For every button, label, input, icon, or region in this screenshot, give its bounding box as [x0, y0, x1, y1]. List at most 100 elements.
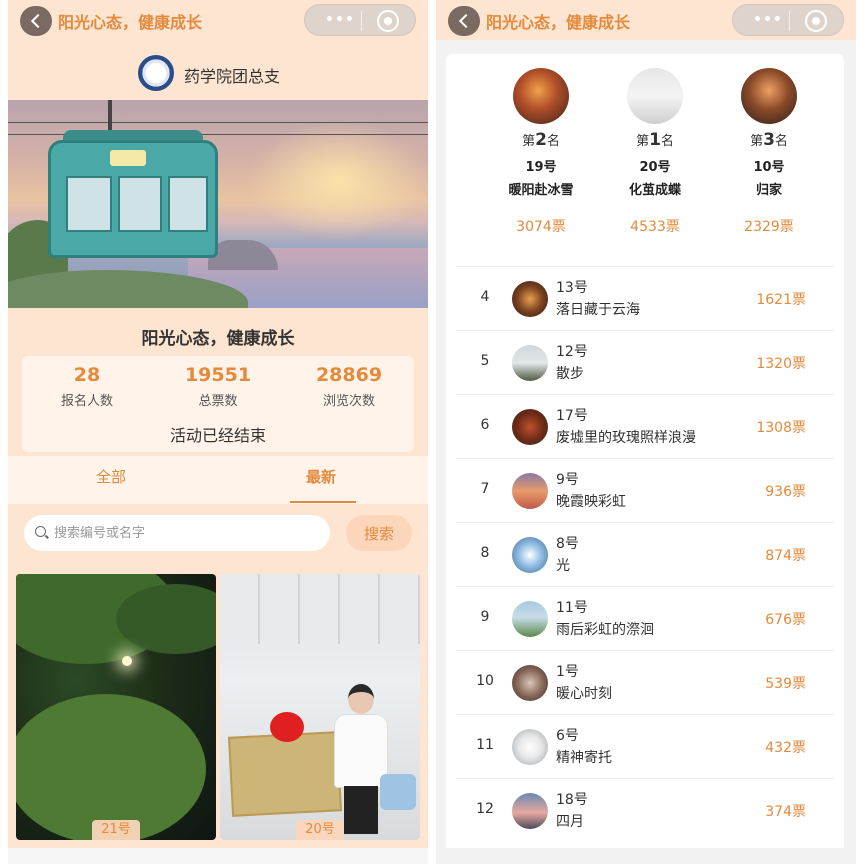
photo-lamp [122, 656, 132, 666]
entry-number: 21号 [92, 820, 140, 840]
podium-third[interactable]: 第3名 10号 归家 2329票 [714, 68, 824, 236]
avatar [512, 729, 548, 765]
avatar [512, 665, 548, 701]
banner-wire [8, 122, 428, 123]
banner-cliff [208, 240, 278, 270]
banner-tram-window [168, 176, 208, 232]
podium-number: 20号 [639, 160, 671, 175]
photo-ribbon [270, 712, 304, 742]
podium-first[interactable]: 第1名 20号 化茧成蝶 4533票 [600, 68, 710, 236]
activity-banner-image [8, 100, 428, 308]
entry-name: 光 [556, 558, 570, 574]
ranking-row[interactable]: 5 12号 散步 1320票 [456, 330, 834, 394]
rank-position: 5 [480, 353, 490, 369]
podium-name: 化茧成蝶 [628, 183, 681, 198]
ranking-row[interactable]: 4 13号 落日藏于云海 1621票 [456, 266, 834, 330]
ranking-row[interactable]: 9 11号 雨后彩虹的漈洄 676票 [456, 586, 834, 650]
ranking-row[interactable]: 8 8号 光 874票 [456, 522, 834, 586]
entry-number: 11号 [556, 600, 588, 616]
ranking-row[interactable]: 7 9号 晚霞映彩虹 936票 [456, 458, 834, 522]
rank-position: 7 [480, 481, 490, 497]
avatar [741, 68, 797, 124]
stat-label: 总票数 [198, 394, 238, 409]
entry-name: 暖心时刻 [556, 686, 612, 702]
capsule-divider [789, 11, 790, 31]
ranking-row[interactable]: 11 6号 精神寄托 432票 [456, 714, 834, 778]
person-head [348, 684, 374, 714]
entry-number: 1号 [556, 664, 579, 680]
close-target-icon[interactable] [377, 10, 399, 32]
avatar [513, 68, 569, 124]
entry-number: 12号 [556, 344, 588, 360]
ranking-row[interactable]: 12 18号 四月 374票 [456, 778, 834, 842]
activity-stats: 28 报名人数 19551 总票数 28869 浏览次数 活动已经结束 [22, 356, 414, 452]
entry-name: 落日藏于云海 [556, 302, 640, 318]
rank-position: 6 [480, 417, 490, 433]
back-icon[interactable] [20, 6, 52, 36]
entry-votes: 1308票 [756, 420, 806, 436]
podium-name: 暖阳赴冰雪 [508, 183, 574, 198]
entry-name: 晚霞映彩虹 [556, 494, 626, 510]
more-icon[interactable]: ••• [325, 12, 355, 28]
entry-votes: 874票 [765, 548, 806, 564]
stat-views: 28869 浏览次数 [284, 364, 414, 409]
photo-foliage [16, 694, 206, 840]
mini-program-capsule: ••• [732, 4, 844, 36]
entry-name: 精神寄托 [556, 750, 612, 766]
search-input[interactable] [24, 515, 330, 551]
podium-rank: 第3名 [750, 130, 788, 150]
podium-votes: 4533票 [630, 219, 680, 235]
entry-votes: 1320票 [756, 356, 806, 372]
entry-number: 13号 [556, 280, 588, 296]
stat-signups: 28 报名人数 [22, 364, 152, 409]
avatar [627, 68, 683, 124]
nav-bar: 阳光心态，健康成长 ••• [8, 0, 428, 40]
back-icon[interactable] [448, 6, 480, 36]
bottom-tabbar-peek [8, 848, 428, 864]
org-header: 药学院团总支 [8, 52, 428, 94]
banner-tram-window [66, 176, 112, 232]
person-legs [344, 786, 378, 834]
entry-name: 雨后彩虹的漈洄 [556, 622, 654, 638]
entry-number: 8号 [556, 536, 579, 552]
ranking-row[interactable]: 10 1号 暖心时刻 539票 [456, 650, 834, 714]
search-bar: 搜索 [8, 504, 428, 564]
org-name: 药学院团总支 [184, 67, 281, 86]
podium-number: 19号 [525, 160, 557, 175]
entry-votes: 432票 [765, 740, 806, 756]
entry-number: 20号 [296, 820, 344, 840]
podium-number: 10号 [753, 160, 785, 175]
search-button[interactable]: 搜索 [346, 515, 412, 551]
entry-votes: 676票 [765, 612, 806, 628]
podium-second[interactable]: 第2名 19号 暖阳赴冰雪 3074票 [486, 68, 596, 236]
banner-tram-window [118, 176, 162, 232]
activity-page: 阳光心态，健康成长 ••• 药学院团总支 阳光心态，健康成长 28 报名人数 1… [8, 0, 428, 864]
tab-latest[interactable]: 最新 [306, 466, 336, 487]
podium-rank: 第2名 [522, 130, 560, 150]
tab-all[interactable]: 全部 [96, 466, 126, 487]
entry-number: 18号 [556, 792, 588, 808]
mini-program-capsule: ••• [304, 4, 416, 36]
entry-number: 17号 [556, 408, 588, 424]
stat-label: 报名人数 [60, 394, 113, 409]
photo-ceiling [220, 574, 420, 644]
photo-board [227, 731, 343, 817]
activity-status: 活动已经结束 [169, 426, 266, 445]
entry-number: 9号 [556, 472, 579, 488]
ranking-card: 第2名 19号 暖阳赴冰雪 3074票 第1名 20号 化茧成蝶 4533票 第… [446, 54, 844, 854]
stat-value: 28869 [315, 364, 383, 386]
entry-votes: 539票 [765, 676, 806, 692]
org-logo [138, 55, 174, 91]
entry-name: 废墟里的玫瑰照样浪漫 [556, 430, 696, 446]
ranking-row[interactable]: 6 17号 废墟里的玫瑰照样浪漫 1308票 [456, 394, 834, 458]
capsule-divider [361, 11, 362, 31]
banner-sun-glow [248, 120, 428, 240]
close-target-icon[interactable] [805, 10, 827, 32]
nav-title: 阳光心态，健康成长 [486, 13, 631, 32]
more-icon[interactable]: ••• [753, 12, 783, 28]
entry-card[interactable]: 21号 [16, 574, 216, 840]
entry-card[interactable]: 20号 [220, 574, 420, 840]
avatar [512, 793, 548, 829]
nav-bar: 阳光心态，健康成长 ••• [436, 0, 856, 40]
photo-person [332, 684, 390, 834]
